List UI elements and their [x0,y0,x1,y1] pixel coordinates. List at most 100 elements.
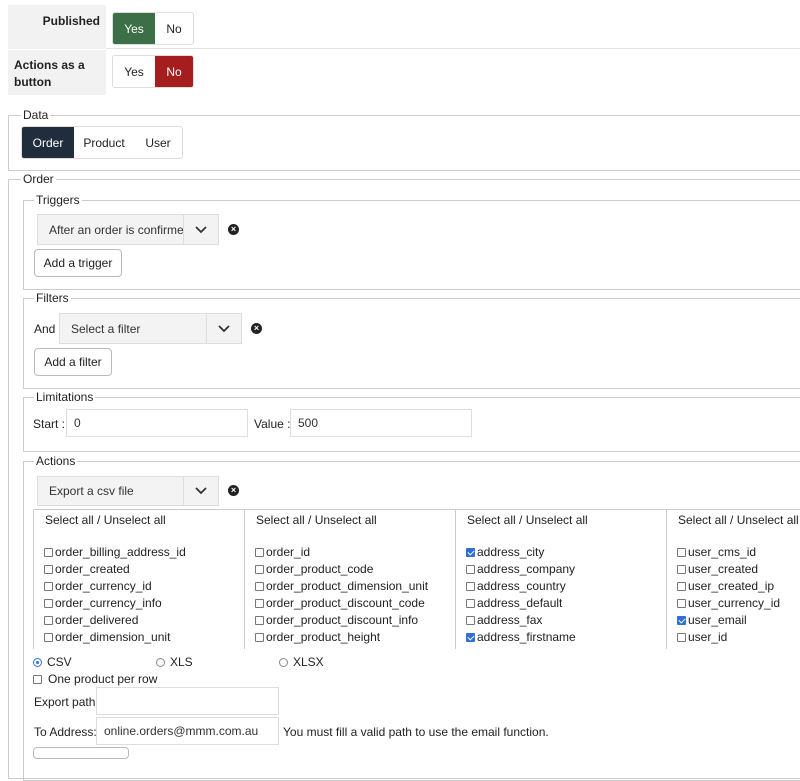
to-address-input[interactable]: online.orders@mmm.com.au [96,717,279,745]
field-label: address_city [477,545,545,559]
format-radio-xls[interactable]: XLS [156,655,193,669]
action-select-value: Export a csv file [49,484,134,498]
checkbox-icon [677,581,686,591]
field-checkbox[interactable]: address_city [466,545,544,559]
chevron-down-icon [206,314,241,343]
field-label: user_currency_id [688,596,781,610]
checkbox-icon [44,598,53,608]
checkbox-icon [44,564,53,574]
field-checkbox[interactable]: order_id [255,545,310,559]
field-checkbox[interactable]: order_created [44,562,130,576]
trigger-select[interactable]: After an order is confirmed [37,214,219,245]
field-label: order_product_height [266,630,381,644]
checkbox-icon [255,581,264,591]
actions-as-button-yes-button[interactable]: Yes [113,56,155,87]
published-yes-button[interactable]: Yes [113,13,155,44]
select-all-toggle[interactable]: Select all / Unselect all [678,513,799,527]
field-label: address_firstname [477,630,576,644]
checkbox-icon [44,632,53,642]
remove-action-icon[interactable]: × [228,485,239,496]
field-label: order_product_dimension_unit [266,579,429,593]
tab-user[interactable]: User [134,127,182,158]
field-label: user_cms_id [688,545,757,559]
select-all-toggle[interactable]: Select all / Unselect all [467,513,588,527]
partial-button[interactable] [33,747,129,759]
field-checkbox[interactable]: order_currency_info [44,596,162,610]
field-label: address_country [477,579,566,593]
field-label: order_currency_id [55,579,152,593]
radio-selected-icon [33,657,42,667]
format-radio-csv[interactable]: CSV [33,655,72,669]
field-checkbox[interactable]: order_delivered [44,613,138,627]
checkbox-icon [466,598,475,608]
triggers-legend: Triggers [34,193,82,207]
checkbox-icon [255,598,264,608]
field-label: user_id [688,630,728,644]
add-filter-button[interactable]: Add a filter [34,348,112,376]
one-product-per-row-checkbox[interactable]: One product per row [33,672,157,686]
filter-select[interactable]: Select a filter [59,313,242,344]
field-checkbox[interactable]: order_currency_id [44,579,152,593]
field-checkbox[interactable]: user_id [677,630,727,644]
action-select[interactable]: Export a csv file [37,476,219,506]
export-path-input[interactable] [96,687,279,715]
format-radio-xlsx[interactable]: XLSX [279,655,324,669]
remove-trigger-icon[interactable]: × [228,224,239,235]
published-toggle: Yes No [112,12,194,45]
add-trigger-button[interactable]: Add a trigger [34,249,122,277]
actions-legend: Actions [34,454,78,468]
field-checkbox[interactable]: order_product_discount_info [255,613,418,627]
field-checkbox[interactable]: user_created [677,562,758,576]
checkbox-icon [33,674,42,684]
field-label: order_id [266,545,311,559]
field-label: order_dimension_unit [55,630,171,644]
checkbox-checked-icon [466,547,475,557]
start-input[interactable]: 0 [66,409,248,437]
field-checkbox[interactable]: address_country [466,579,566,593]
field-checkbox[interactable]: order_product_code [255,562,373,576]
remove-filter-icon[interactable]: × [251,323,262,334]
one-product-per-row-label: One product per row [48,672,158,686]
field-checkbox[interactable]: user_cms_id [677,545,756,559]
field-label: order_created [55,562,130,576]
select-all-toggle[interactable]: Select all / Unselect all [256,513,377,527]
field-checkbox[interactable]: order_billing_address_id [44,545,186,559]
start-label: Start : [33,417,66,431]
radio-icon [279,657,288,667]
trigger-select-value: After an order is confirmed [49,222,183,237]
published-no-button[interactable]: No [155,13,193,44]
checkbox-icon [255,547,264,557]
tab-product[interactable]: Product [74,127,134,158]
checkbox-icon [677,547,686,557]
checkbox-icon [677,632,686,642]
actions-as-button-label: Actions as a button [14,58,85,89]
to-address-label: To Address: [34,725,97,739]
actions-as-button-no-button[interactable]: No [155,56,193,87]
field-label: order_product_discount_code [266,596,425,610]
select-all-toggle[interactable]: Select all / Unselect all [45,513,166,527]
checkbox-icon [255,615,264,625]
actions-as-button-toggle: Yes No [112,55,194,88]
field-checkbox[interactable]: user_currency_id [677,596,780,610]
field-checkbox[interactable]: user_email [677,613,747,627]
tab-order[interactable]: Order [22,127,74,158]
field-label: order_currency_info [55,596,162,610]
field-checkbox[interactable]: order_product_discount_code [255,596,425,610]
field-checkbox[interactable]: order_product_dimension_unit [255,579,428,593]
filter-and-label: And [34,322,56,336]
value-input[interactable]: 500 [290,409,472,437]
field-checkbox[interactable]: user_created_ip [677,579,774,593]
field-checkbox[interactable]: address_firstname [466,630,576,644]
filter-select-placeholder: Select a filter [71,321,141,336]
field-label: user_email [688,613,747,627]
field-checkbox[interactable]: address_fax [466,613,542,627]
format-label: XLSX [293,655,324,669]
chevron-down-icon [183,215,218,244]
checkbox-icon [677,598,686,608]
field-label: order_product_discount_info [266,613,419,627]
field-checkbox[interactable]: address_default [466,596,562,610]
field-checkbox[interactable]: address_company [466,562,575,576]
field-checkbox[interactable]: order_dimension_unit [44,630,170,644]
field-label: address_default [477,596,563,610]
field-checkbox[interactable]: order_product_height [255,630,380,644]
